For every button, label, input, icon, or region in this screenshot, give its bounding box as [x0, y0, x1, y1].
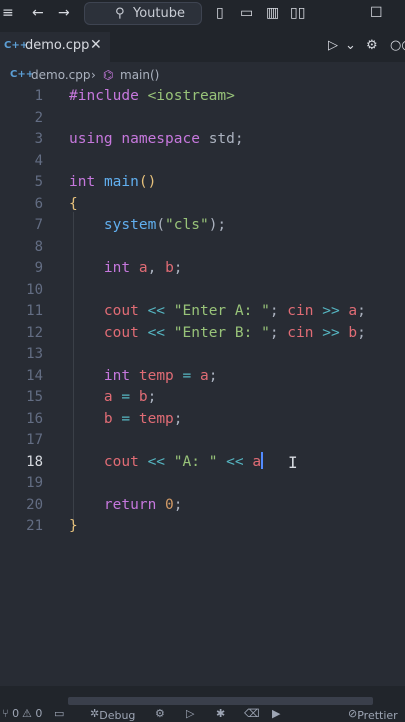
code-line[interactable]: int a, b;: [69, 258, 183, 279]
text-cursor-ibeam-icon: I: [288, 453, 298, 472]
bug-icon[interactable]: ✱: [216, 707, 225, 720]
customize-layout-icon[interactable]: ▯▯: [290, 4, 305, 22]
line-number: 1: [34, 88, 43, 104]
trash-icon[interactable]: ⌫: [244, 707, 260, 720]
tab-demo-cpp[interactable]: C++ demo.cpp ✕: [0, 32, 110, 62]
forward-icon[interactable]: →: [58, 4, 70, 22]
code-line[interactable]: b = temp;: [69, 409, 183, 430]
code-line[interactable]: cout << "Enter A: "; cin >> a;: [69, 301, 366, 322]
source-control-status[interactable]: ⑂ 0: [2, 707, 19, 720]
line-number: 11: [26, 303, 43, 319]
play-icon[interactable]: ▶: [272, 707, 280, 720]
line-number: 20: [26, 496, 43, 513]
symbol-method-icon: ⌬: [103, 68, 114, 82]
line-number: 2: [34, 109, 43, 126]
code-line[interactable]: {: [69, 194, 78, 215]
breadcrumb: C++ demo.cpp › ⌬ main(): [0, 62, 405, 86]
code-line[interactable]: a = b;: [69, 387, 156, 408]
horizontal-scrollbar[interactable]: [68, 697, 373, 705]
line-number: 4: [34, 152, 43, 169]
toggle-primary-sidebar-icon[interactable]: ▯: [216, 4, 224, 22]
line-number: 14: [26, 367, 43, 384]
line-number: 6: [34, 195, 43, 212]
line-number: 3: [34, 131, 43, 147]
toggle-secondary-sidebar-icon[interactable]: ▥: [266, 4, 279, 22]
debug-status[interactable]: ✲ Debug: [90, 707, 135, 722]
search-text: Youtube: [133, 6, 185, 21]
line-number: 10: [26, 281, 43, 298]
maximize-icon[interactable]: ☐: [370, 4, 383, 22]
gear-icon[interactable]: ⚙: [366, 38, 378, 53]
hamburger-icon[interactable]: ≡: [2, 4, 14, 22]
code-line[interactable]: int main(): [69, 172, 156, 193]
line-number: 8: [34, 238, 43, 255]
run-icon[interactable]: ▷: [328, 38, 338, 53]
line-number: 12: [26, 324, 43, 341]
code-line[interactable]: cout << "A: " << a: [69, 451, 264, 473]
line-number: 16: [26, 410, 43, 427]
command-center-search[interactable]: ⚲ Youtube: [84, 2, 202, 25]
code-line[interactable]: }: [69, 516, 78, 537]
more-actions-icon[interactable]: ○○: [390, 38, 405, 53]
code-line[interactable]: int temp = a;: [69, 366, 218, 387]
caret: [261, 451, 264, 469]
debug-label: Debug: [99, 709, 136, 722]
tab-label: demo.cpp: [25, 38, 90, 53]
back-icon[interactable]: ←: [32, 4, 44, 22]
line-number: 15: [26, 389, 43, 405]
toggle-panel-icon[interactable]: ▭: [240, 4, 253, 22]
gear-icon[interactable]: ⚙: [155, 707, 165, 720]
title-bar: ≡ ← → ⚲ Youtube ▯ ▭ ▥ ▯▯ ☐: [0, 0, 405, 26]
line-number: 18: [26, 453, 43, 470]
breadcrumb-file[interactable]: demo.cpp: [31, 68, 90, 82]
line-number: 13: [26, 346, 43, 362]
status-bar: ⑂ 0 ⚠ 0 ▭ ✲ Debug ⚙ ▷ ✱ ⌫ ▶ ⊘ Prettier: [0, 705, 405, 722]
code-line[interactable]: cout << "Enter B: "; cin >> b;: [69, 323, 366, 344]
close-icon[interactable]: ✕: [90, 37, 102, 53]
breadcrumb-symbol[interactable]: main(): [120, 68, 159, 82]
line-number: 9: [34, 260, 43, 276]
prettier-status[interactable]: ⊘ Prettier: [348, 707, 398, 722]
folder-icon[interactable]: ▭: [54, 707, 64, 720]
line-number: 21: [26, 518, 43, 534]
line-number: 17: [26, 432, 43, 448]
code-line[interactable]: using namespace std;: [69, 129, 244, 150]
problems-status[interactable]: ⚠ 0: [22, 707, 42, 720]
chevron-down-icon[interactable]: ⌄: [345, 38, 356, 53]
line-number: 19: [26, 475, 43, 491]
run-icon[interactable]: ▷: [186, 707, 194, 720]
line-number: 7: [34, 217, 43, 233]
chevron-right-icon: ›: [91, 68, 96, 82]
search-icon: ⚲: [115, 6, 125, 21]
code-line[interactable]: return 0;: [69, 495, 183, 516]
prettier-label: Prettier: [357, 709, 398, 722]
code-line[interactable]: #include <iostream>: [69, 86, 235, 107]
line-number: 5: [34, 174, 43, 190]
code-line[interactable]: system("cls");: [69, 215, 226, 236]
